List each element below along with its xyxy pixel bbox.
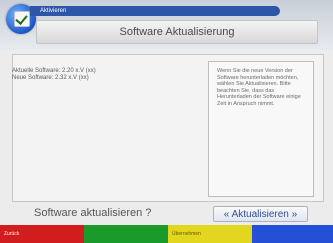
update-button[interactable]: « Aktualisieren » bbox=[213, 206, 308, 222]
software-info: Aktuelle Software: 2.20 x.V (xx) Neue So… bbox=[12, 68, 192, 82]
breadcrumb: Aktivieren bbox=[30, 6, 280, 16]
red-function-button[interactable]: Zurück bbox=[0, 225, 84, 243]
software-update-screen: Aktivieren Software Aktualisierung Aktue… bbox=[0, 0, 333, 243]
checkbox-icon bbox=[14, 11, 30, 27]
green-function-button[interactable] bbox=[84, 225, 168, 243]
current-software-text: Aktuelle Software: 2.20 x.V (xx) bbox=[12, 68, 96, 74]
function-button-bar: Zurück Übernehmen bbox=[0, 225, 333, 243]
blue-function-button[interactable] bbox=[252, 225, 333, 243]
new-software-text: Neue Software: 2.32 x.V (xx) bbox=[12, 75, 89, 81]
help-text: Wenn Sie die neue Version der Software h… bbox=[217, 68, 301, 107]
page-title: Software Aktualisierung bbox=[36, 20, 318, 44]
update-question: Software aktualisieren ? bbox=[34, 207, 152, 219]
help-box: Wenn Sie die neue Version der Software h… bbox=[208, 61, 314, 197]
yellow-function-button[interactable]: Übernehmen bbox=[168, 225, 252, 243]
